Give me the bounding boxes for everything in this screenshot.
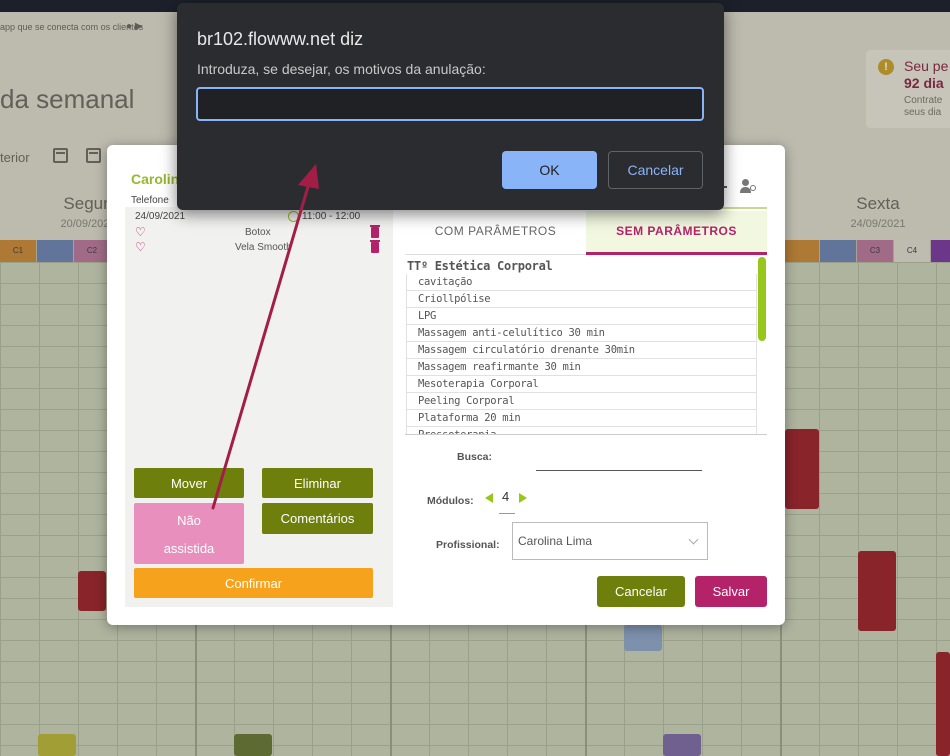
treatment-category: TTº Estética Corporal xyxy=(407,259,553,273)
service-row: ♡ Vela Smooth xyxy=(135,240,385,255)
prompt-origin: br102.flowww.net diz xyxy=(197,29,364,49)
cancel-button[interactable]: Cancelar xyxy=(597,576,685,607)
user-search-icon[interactable] xyxy=(740,179,758,195)
professional-label: Profissional: xyxy=(436,539,500,551)
comments-button[interactable]: Comentários xyxy=(262,503,373,534)
tab-without-parameters[interactable]: SEM PARÂMETROS xyxy=(586,211,767,255)
list-scrollbar[interactable] xyxy=(758,257,766,341)
list-item[interactable]: Mesoterapia Corporal xyxy=(406,376,757,393)
appointment-time: 11:00 - 12:00 xyxy=(302,211,361,222)
treatment-list[interactable]: TTº Estética Corporal cavitação Criollpó… xyxy=(405,257,767,435)
heart-icon[interactable]: ♡ xyxy=(135,226,146,238)
list-item[interactable]: Pressoterapia xyxy=(406,427,757,434)
cancellation-reason-input[interactable] xyxy=(196,87,704,121)
list-item[interactable]: Peeling Corporal xyxy=(406,393,757,410)
list-item[interactable]: LPG xyxy=(406,308,757,325)
clock-icon xyxy=(288,211,299,222)
ok-button[interactable]: OK xyxy=(502,151,597,189)
prompt-message: Introduza, se desejar, os motivos da anu… xyxy=(197,61,486,77)
appointment-date: 24/09/2021 xyxy=(135,211,186,222)
modules-value[interactable]: 4 xyxy=(502,489,509,504)
list-item[interactable]: Massagem reafirmante 30 min xyxy=(406,359,757,376)
move-button[interactable]: Mover xyxy=(134,468,244,498)
prompt-cancel-button[interactable]: Cancelar xyxy=(608,151,703,189)
list-item[interactable]: Massagem circulatório drenante 30min xyxy=(406,342,757,359)
no-show-label: Não xyxy=(177,513,201,528)
delete-button[interactable]: Eliminar xyxy=(262,468,373,498)
professional-value: Carolina Lima xyxy=(518,534,593,548)
service-name: Vela Smooth xyxy=(235,242,292,253)
no-show-label: assistida xyxy=(163,541,215,556)
list-item[interactable]: Criollpólise xyxy=(406,291,757,308)
service-row: ♡ Botox xyxy=(135,225,385,240)
trash-icon[interactable] xyxy=(370,240,380,253)
increase-modules-icon[interactable] xyxy=(519,493,527,503)
list-item[interactable]: Plataforma 20 min xyxy=(406,410,757,427)
phone-label: Telefone xyxy=(131,195,169,206)
browser-prompt-dialog: br102.flowww.net diz Introduza, se desej… xyxy=(177,3,724,210)
appointment-modal: Carolina Telefone 24/09/2021 11:00 - 12:… xyxy=(107,145,785,625)
save-button[interactable]: Salvar xyxy=(695,576,767,607)
modules-label: Módulos: xyxy=(427,495,474,507)
modules-underline xyxy=(499,513,515,514)
search-label: Busca: xyxy=(457,451,493,463)
professional-select[interactable]: Carolina Lima xyxy=(512,522,708,560)
list-item[interactable]: cavitação xyxy=(406,274,757,291)
list-item[interactable]: Massagem anti-celulítico 30 min xyxy=(406,325,757,342)
heart-icon[interactable]: ♡ xyxy=(135,241,146,253)
decrease-modules-icon[interactable] xyxy=(485,493,493,503)
service-name: Botox xyxy=(245,227,271,238)
tab-with-parameters[interactable]: COM PARÂMETROS xyxy=(405,211,586,255)
trash-icon[interactable] xyxy=(370,225,380,238)
chevron-down-icon xyxy=(688,534,699,545)
search-input[interactable] xyxy=(536,470,702,471)
confirm-button[interactable]: Confirmar xyxy=(134,568,373,598)
no-show-button[interactable]: Não assistida xyxy=(134,503,244,564)
